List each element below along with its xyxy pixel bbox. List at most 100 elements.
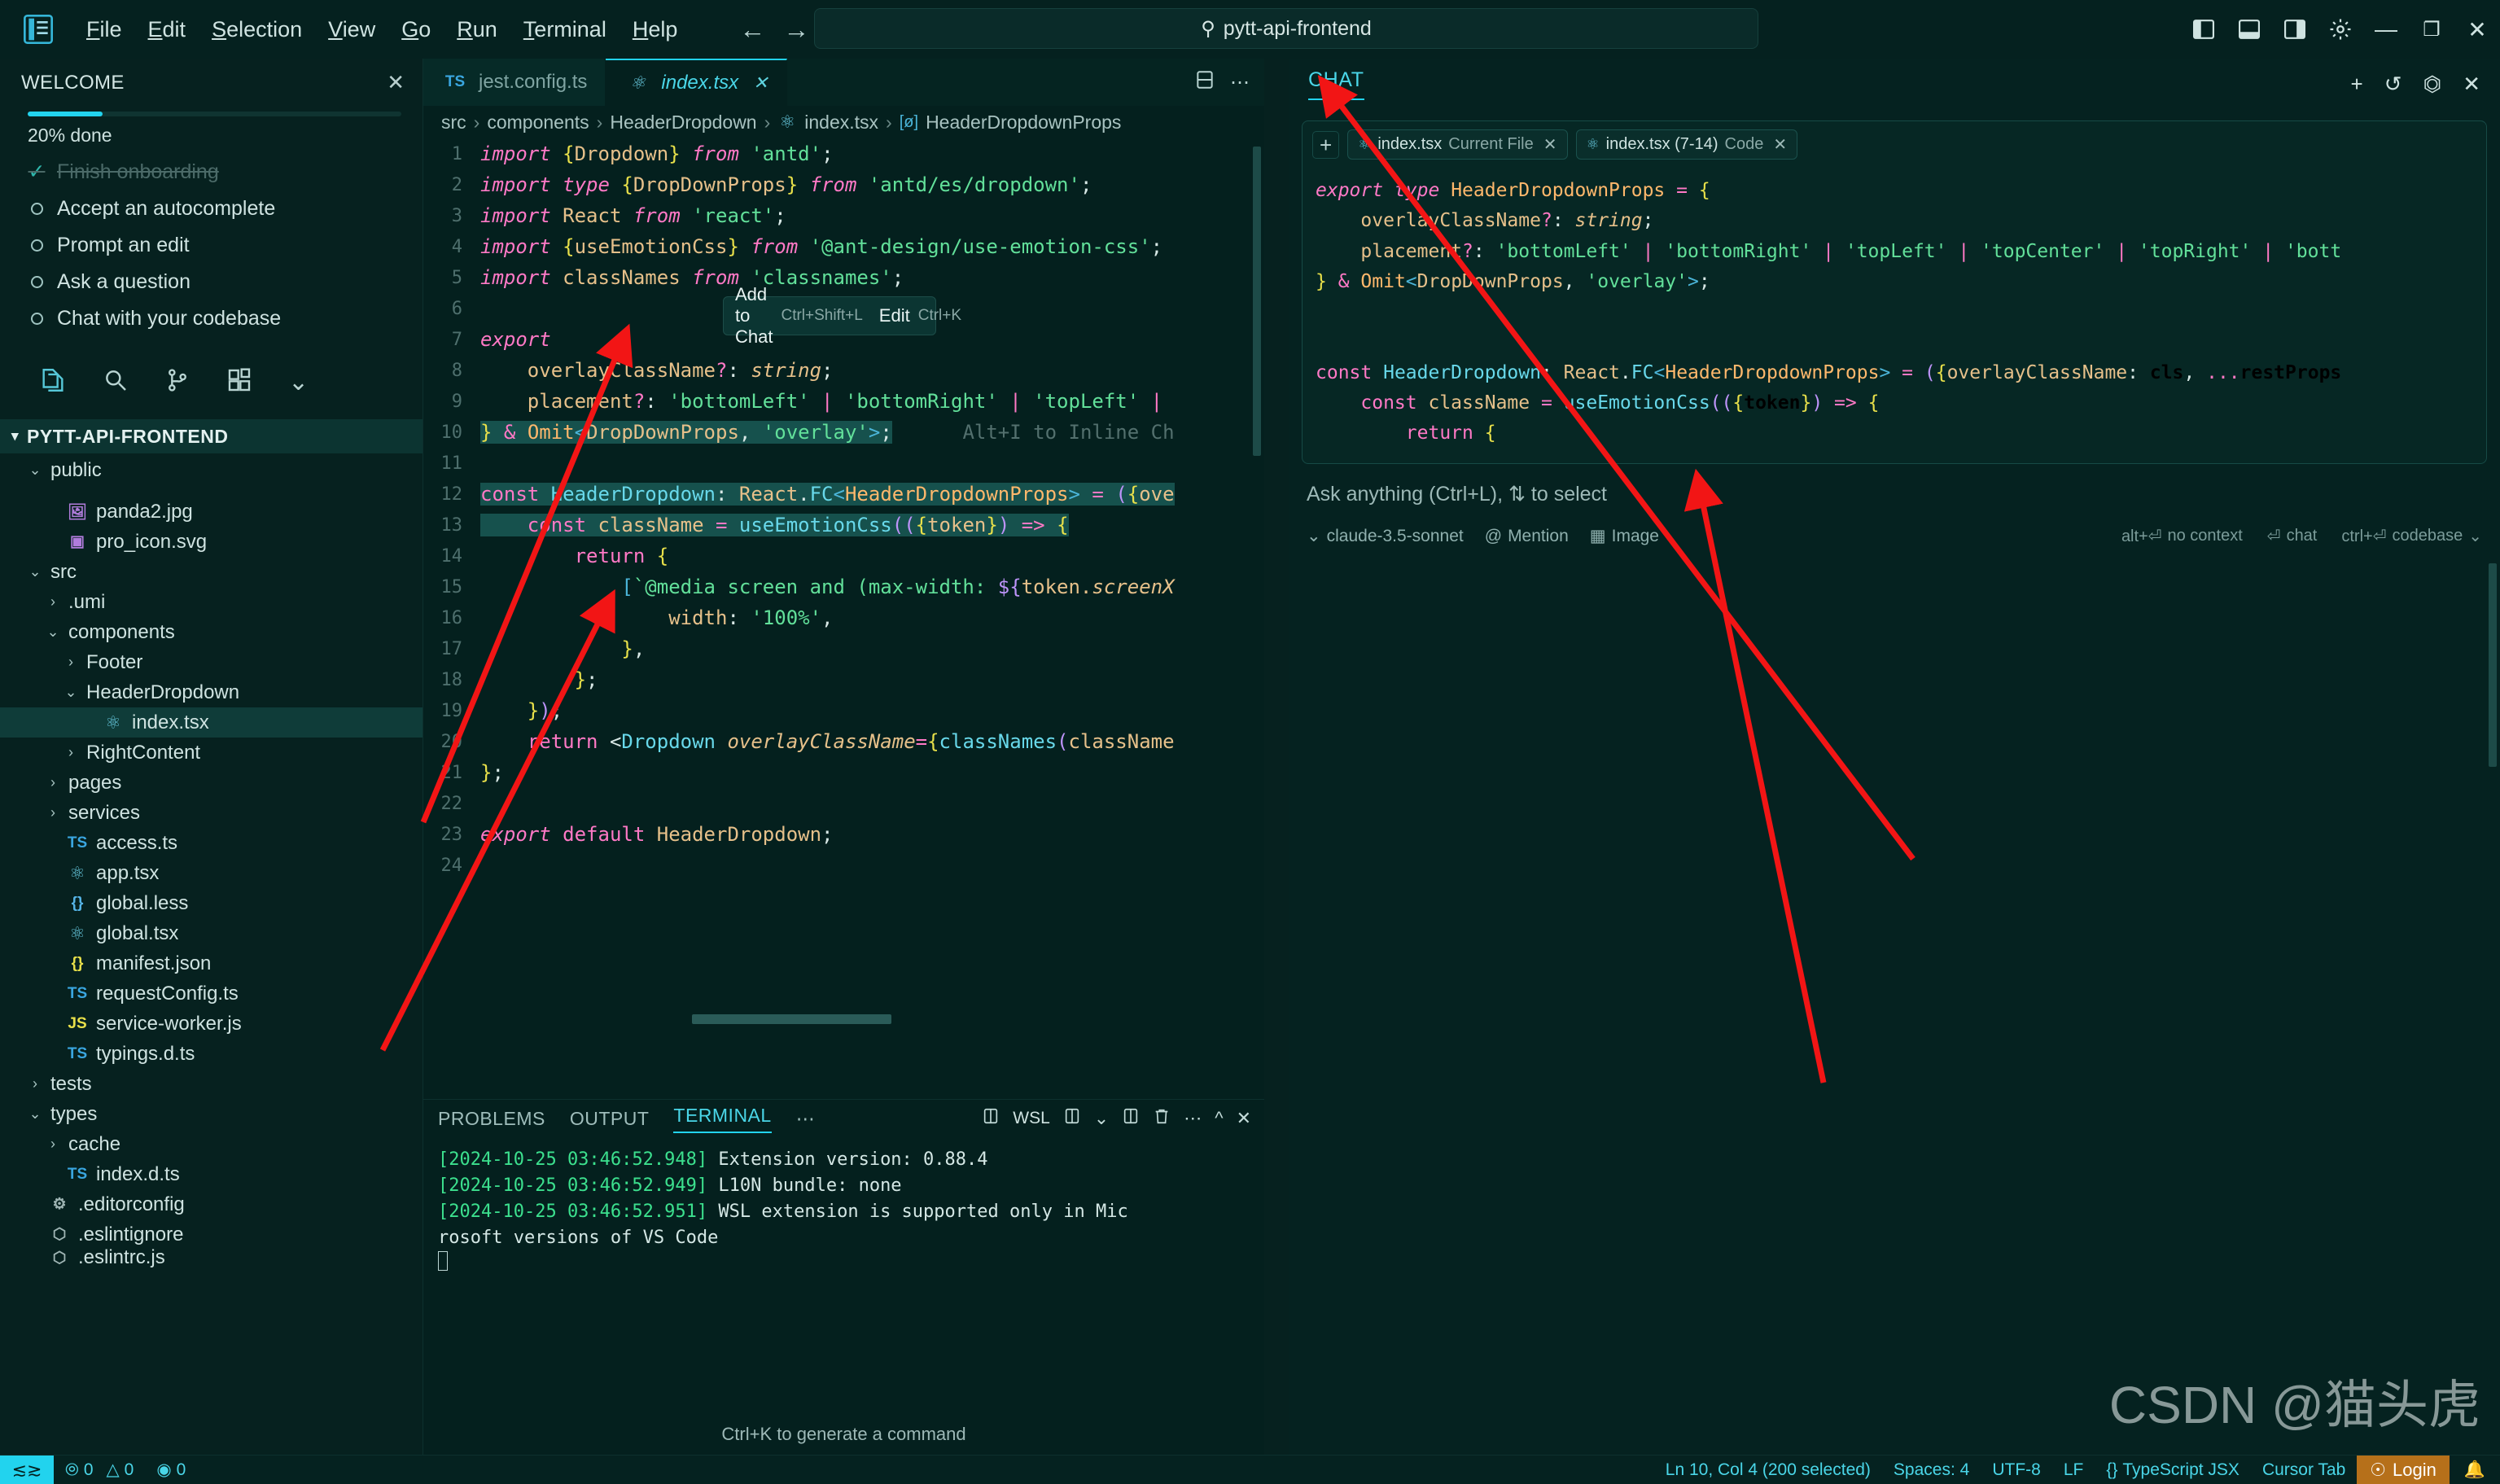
split-editor-icon[interactable] bbox=[1194, 69, 1215, 96]
tree-file-panda2.jpg[interactable]: 🖼panda2.jpg bbox=[0, 497, 423, 527]
explorer-root-header[interactable]: ▾ PYTT-API-FRONTEND bbox=[0, 419, 423, 453]
language-mode-status[interactable]: {} TypeScript JSX bbox=[2095, 1460, 2251, 1480]
extensions-icon[interactable] bbox=[226, 367, 252, 397]
tree-file-index.d.ts[interactable]: TSindex.d.ts bbox=[0, 1159, 423, 1189]
cursor-hover-action-widget[interactable]: Add to Chat Ctrl+Shift+L Edit Ctrl+K bbox=[723, 296, 936, 335]
image-button[interactable]: ▦ Image bbox=[1590, 526, 1659, 546]
terminal-profile-icon[interactable] bbox=[982, 1107, 1000, 1130]
tree-file-.eslintrc.js[interactable]: ⬡.eslintrc.js bbox=[0, 1250, 423, 1266]
tree-file-pro_icon.svg[interactable]: ▣pro_icon.svg bbox=[0, 527, 423, 557]
tab-index-tsx[interactable]: ⚛ index.tsx ✕ bbox=[606, 59, 786, 106]
ellipsis-icon[interactable]: ⋯ bbox=[796, 1108, 816, 1130]
arrow-left-icon[interactable]: ← bbox=[739, 16, 765, 42]
ports-forwarded[interactable]: ◉ 0 bbox=[145, 1460, 197, 1480]
encoding-status[interactable]: UTF-8 bbox=[1981, 1460, 2052, 1480]
manage-settings-gear-icon[interactable] bbox=[2318, 0, 2363, 59]
problems-errors[interactable]: ⦾ 0 △ 0 bbox=[54, 1460, 145, 1480]
menu-view[interactable]: View bbox=[315, 12, 388, 47]
menu-file[interactable]: FFileile bbox=[73, 12, 135, 47]
explorer-files-icon[interactable] bbox=[39, 366, 67, 398]
notifications-bell-icon[interactable]: 🔔 bbox=[2450, 1460, 2500, 1480]
close-panel-icon[interactable]: ✕ bbox=[1237, 1108, 1251, 1129]
launch-profile-chevron-icon[interactable]: ⌄ bbox=[1094, 1108, 1109, 1129]
minimize-button[interactable]: — bbox=[2363, 0, 2409, 59]
tree-folder-HeaderDropdown[interactable]: ⌄HeaderDropdown bbox=[0, 677, 423, 707]
more-views-chevron-icon[interactable]: ⌄ bbox=[288, 368, 309, 396]
split-panel-icon[interactable] bbox=[1122, 1107, 1140, 1130]
close-icon[interactable]: ✕ bbox=[1543, 134, 1557, 155]
more-actions-icon[interactable]: ⋯ bbox=[1230, 71, 1250, 94]
menu-selection[interactable]: Selection bbox=[199, 12, 315, 47]
menu-edit[interactable]: Edit bbox=[135, 12, 199, 47]
edit-button[interactable]: Edit bbox=[879, 305, 910, 326]
tree-folder-components[interactable]: ⌄components bbox=[0, 617, 423, 647]
chat-history-icon[interactable]: ↺ bbox=[2384, 72, 2402, 97]
breadcrumb-index-tsx[interactable]: index.tsx bbox=[804, 112, 878, 134]
eol-status[interactable]: LF bbox=[2052, 1460, 2095, 1480]
toggle-panel-icon[interactable] bbox=[2226, 0, 2272, 59]
chat-input[interactable]: Ask anything (Ctrl+L), ⇅ to select bbox=[1289, 464, 2500, 506]
tree-folder-types[interactable]: ⌄types bbox=[0, 1099, 423, 1129]
tree-folder-Footer[interactable]: ›Footer bbox=[0, 647, 423, 677]
new-chat-plus-icon[interactable]: + bbox=[2351, 72, 2363, 97]
close-icon[interactable]: ✕ bbox=[387, 70, 405, 95]
menu-run[interactable]: Run bbox=[444, 12, 510, 47]
tree-folder-RightContent[interactable]: ›RightContent bbox=[0, 738, 423, 768]
tree-file-index.tsx[interactable]: ⚛index.tsx bbox=[0, 707, 423, 738]
breadcrumb-components[interactable]: components bbox=[487, 112, 589, 134]
tree-file-global.tsx[interactable]: ⚛global.tsx bbox=[0, 918, 423, 948]
menu-terminal[interactable]: Terminal bbox=[510, 12, 620, 47]
no-context-hint[interactable]: alt+⏎ no context bbox=[2121, 526, 2243, 546]
tree-folder-.umi[interactable]: ›.umi bbox=[0, 587, 423, 617]
panel-more-actions-icon[interactable]: ⋯ bbox=[1184, 1108, 1202, 1129]
tree-file-typings.d.ts[interactable]: TStypings.d.ts bbox=[0, 1039, 423, 1069]
terminal-output[interactable]: [2024-10-25 03:46:52.948] Extension vers… bbox=[423, 1137, 1264, 1278]
breadcrumb-headerdropdown[interactable]: HeaderDropdown bbox=[610, 112, 756, 134]
editor-horizontal-scrollbar[interactable] bbox=[692, 1014, 891, 1024]
tree-file-[interactable] bbox=[0, 485, 423, 497]
indentation-status[interactable]: Spaces: 4 bbox=[1882, 1460, 1981, 1480]
tree-folder-src[interactable]: ⌄src bbox=[0, 557, 423, 587]
login-button[interactable]: ☉ Login bbox=[2357, 1456, 2450, 1484]
menu-help[interactable]: Help bbox=[620, 12, 691, 47]
arrow-right-icon[interactable]: → bbox=[783, 16, 809, 42]
toggle-primary-sidebar-icon[interactable] bbox=[2181, 0, 2226, 59]
onboarding-task-finish-onboarding[interactable]: ✓ Finish onboarding bbox=[28, 160, 423, 184]
code-editor[interactable]: 1import {Dropdown} from 'antd';2import t… bbox=[423, 138, 1264, 1026]
toggle-secondary-sidebar-icon[interactable] bbox=[2272, 0, 2318, 59]
editor-selection-status[interactable]: Ln 10, Col 4 (200 selected) bbox=[1654, 1460, 1882, 1480]
tab-output[interactable]: OUTPUT bbox=[570, 1108, 650, 1130]
cursor-tab-status[interactable]: Cursor Tab bbox=[2251, 1460, 2357, 1480]
search-icon[interactable] bbox=[103, 367, 129, 397]
add-to-chat-button[interactable]: Add to Chat bbox=[735, 284, 773, 348]
tab-terminal[interactable]: TERMINAL bbox=[673, 1105, 771, 1133]
tree-folder-tests[interactable]: ›tests bbox=[0, 1069, 423, 1099]
split-terminal-icon[interactable] bbox=[1063, 1107, 1081, 1130]
mention-button[interactable]: @ Mention bbox=[1485, 527, 1569, 546]
editor-vertical-scrollbar[interactable] bbox=[1253, 147, 1261, 456]
close-chat-icon[interactable]: ✕ bbox=[2463, 72, 2480, 97]
tree-folder-public[interactable]: ⌄public bbox=[0, 455, 423, 485]
maximize-restore-button[interactable]: ❐ bbox=[2409, 0, 2454, 59]
onboarding-task-accept-autocomplete[interactable]: Accept an autocomplete bbox=[28, 197, 423, 221]
add-context-icon[interactable]: + bbox=[1312, 131, 1339, 159]
onboarding-task-prompt-edit[interactable]: Prompt an edit bbox=[28, 234, 423, 257]
tab-problems[interactable]: PROBLEMS bbox=[438, 1108, 545, 1130]
close-icon[interactable]: ✕ bbox=[1773, 134, 1787, 155]
tree-file-access.ts[interactable]: TSaccess.ts bbox=[0, 828, 423, 858]
source-control-icon[interactable] bbox=[164, 367, 190, 397]
tree-file-.editorconfig[interactable]: ⚙.editorconfig bbox=[0, 1189, 423, 1219]
tab-jest-config[interactable]: TS jest.config.ts bbox=[423, 59, 606, 106]
open-chat-in-editor-icon[interactable]: ⏣ bbox=[2423, 72, 2442, 97]
kill-terminal-trash-icon[interactable] bbox=[1153, 1107, 1171, 1130]
tree-folder-cache[interactable]: ›cache bbox=[0, 1129, 423, 1159]
context-chip-current-file[interactable]: ⚛ index.tsx Current File ✕ bbox=[1347, 129, 1567, 160]
tree-file-service-worker.js[interactable]: JSservice-worker.js bbox=[0, 1009, 423, 1039]
command-center[interactable]: ⚲ pytt-api-frontend bbox=[814, 8, 1758, 49]
tree-file-manifest.json[interactable]: {}manifest.json bbox=[0, 948, 423, 978]
remote-window-icon[interactable]: ≲≳ bbox=[0, 1456, 54, 1484]
tree-folder-pages[interactable]: ›pages bbox=[0, 768, 423, 798]
tree-file-requestConfig.ts[interactable]: TSrequestConfig.ts bbox=[0, 978, 423, 1009]
context-chip-code-selection[interactable]: ⚛ index.tsx (7-14) Code ✕ bbox=[1576, 129, 1798, 160]
tree-file-global.less[interactable]: {}global.less bbox=[0, 888, 423, 918]
